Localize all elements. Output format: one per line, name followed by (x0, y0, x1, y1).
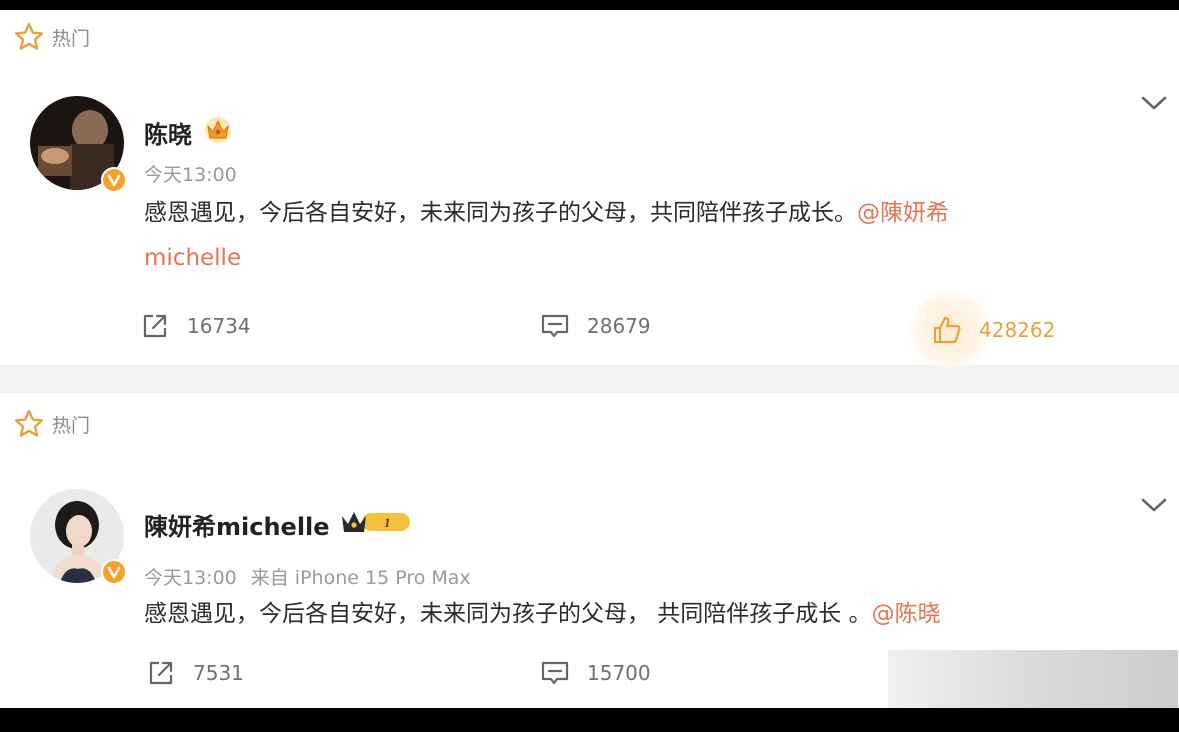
blurred-overlay (888, 650, 1178, 708)
star-outline-icon (14, 409, 44, 437)
post-time: 今天13:00 (144, 160, 237, 187)
mention-link[interactable]: @陈晓 (872, 601, 941, 627)
post-content: 感恩遇见，今后各自安好，未来同为孩子的父母， 共同陪伴孩子成长 。@陈晓 (144, 592, 941, 637)
chevron-down-icon[interactable] (1140, 496, 1168, 514)
repost-icon (149, 661, 173, 685)
repost-count: 7531 (193, 661, 244, 685)
post-meta: 今天13:00 来自 iPhone 15 Pro Max (144, 563, 471, 590)
username[interactable]: 陳妍希michelle 1 (144, 507, 414, 542)
username-text[interactable]: 陈晓 (144, 115, 192, 150)
thumbs-up-icon (933, 316, 961, 344)
repost-count: 16734 (187, 314, 251, 338)
hot-label: 热门 (52, 27, 91, 50)
post-card: 热门 陈晓 今天13:00 感恩遇见，今后各自安好，未来同为孩子的父母，共同陪伴… (0, 10, 1179, 370)
comment-button[interactable]: 15700 (539, 657, 651, 689)
hot-label: 热门 (52, 414, 91, 437)
content-text: 感恩遇见，今后各自安好，未来同为孩子的父母，共同陪伴孩子成长。 (144, 200, 857, 226)
mention-link[interactable]: @陳妍希 (857, 200, 949, 226)
verified-badge-icon (101, 559, 127, 585)
username-text[interactable]: 陳妍希michelle (144, 507, 330, 542)
time-text: 今天13:00 (144, 567, 237, 589)
repost-button[interactable]: 7531 (145, 657, 244, 689)
username[interactable]: 陈晓 (144, 114, 234, 150)
content-text: 感恩遇见，今后各自安好，未来同为孩子的父母， 共同陪伴孩子成长 。 (144, 601, 872, 627)
chevron-down-icon[interactable] (1140, 94, 1168, 112)
repost-icon (143, 314, 167, 338)
like-count: 428262 (979, 318, 1056, 342)
hot-tag: 热门 (12, 407, 90, 441)
star-outline-icon (14, 22, 44, 50)
post-content: 感恩遇见，今后各自安好，未来同为孩子的父母，共同陪伴孩子成长。@陳妍希 mich… (144, 191, 949, 281)
like-button[interactable]: 428262 (931, 314, 1055, 346)
crown-level-badge-icon: 1 (340, 508, 414, 542)
comment-count: 15700 (587, 661, 651, 685)
comment-count: 28679 (587, 314, 651, 338)
badge-level: 1 (384, 515, 391, 530)
hot-tag: 热门 (12, 20, 90, 54)
time-text: 今天13:00 (144, 164, 237, 186)
comment-icon (541, 661, 569, 685)
verified-badge-icon (101, 167, 127, 193)
feed: 热门 陈晓 今天13:00 感恩遇见，今后各自安好，未来同为孩子的父母，共同陪伴… (0, 10, 1179, 708)
crown-badge-icon (202, 114, 234, 150)
repost-button[interactable]: 16734 (139, 310, 251, 342)
source-text: 来自 iPhone 15 Pro Max (250, 567, 471, 589)
comment-button[interactable]: 28679 (539, 310, 651, 342)
comment-icon (541, 314, 569, 338)
mention-link-continued[interactable]: michelle (144, 245, 241, 271)
